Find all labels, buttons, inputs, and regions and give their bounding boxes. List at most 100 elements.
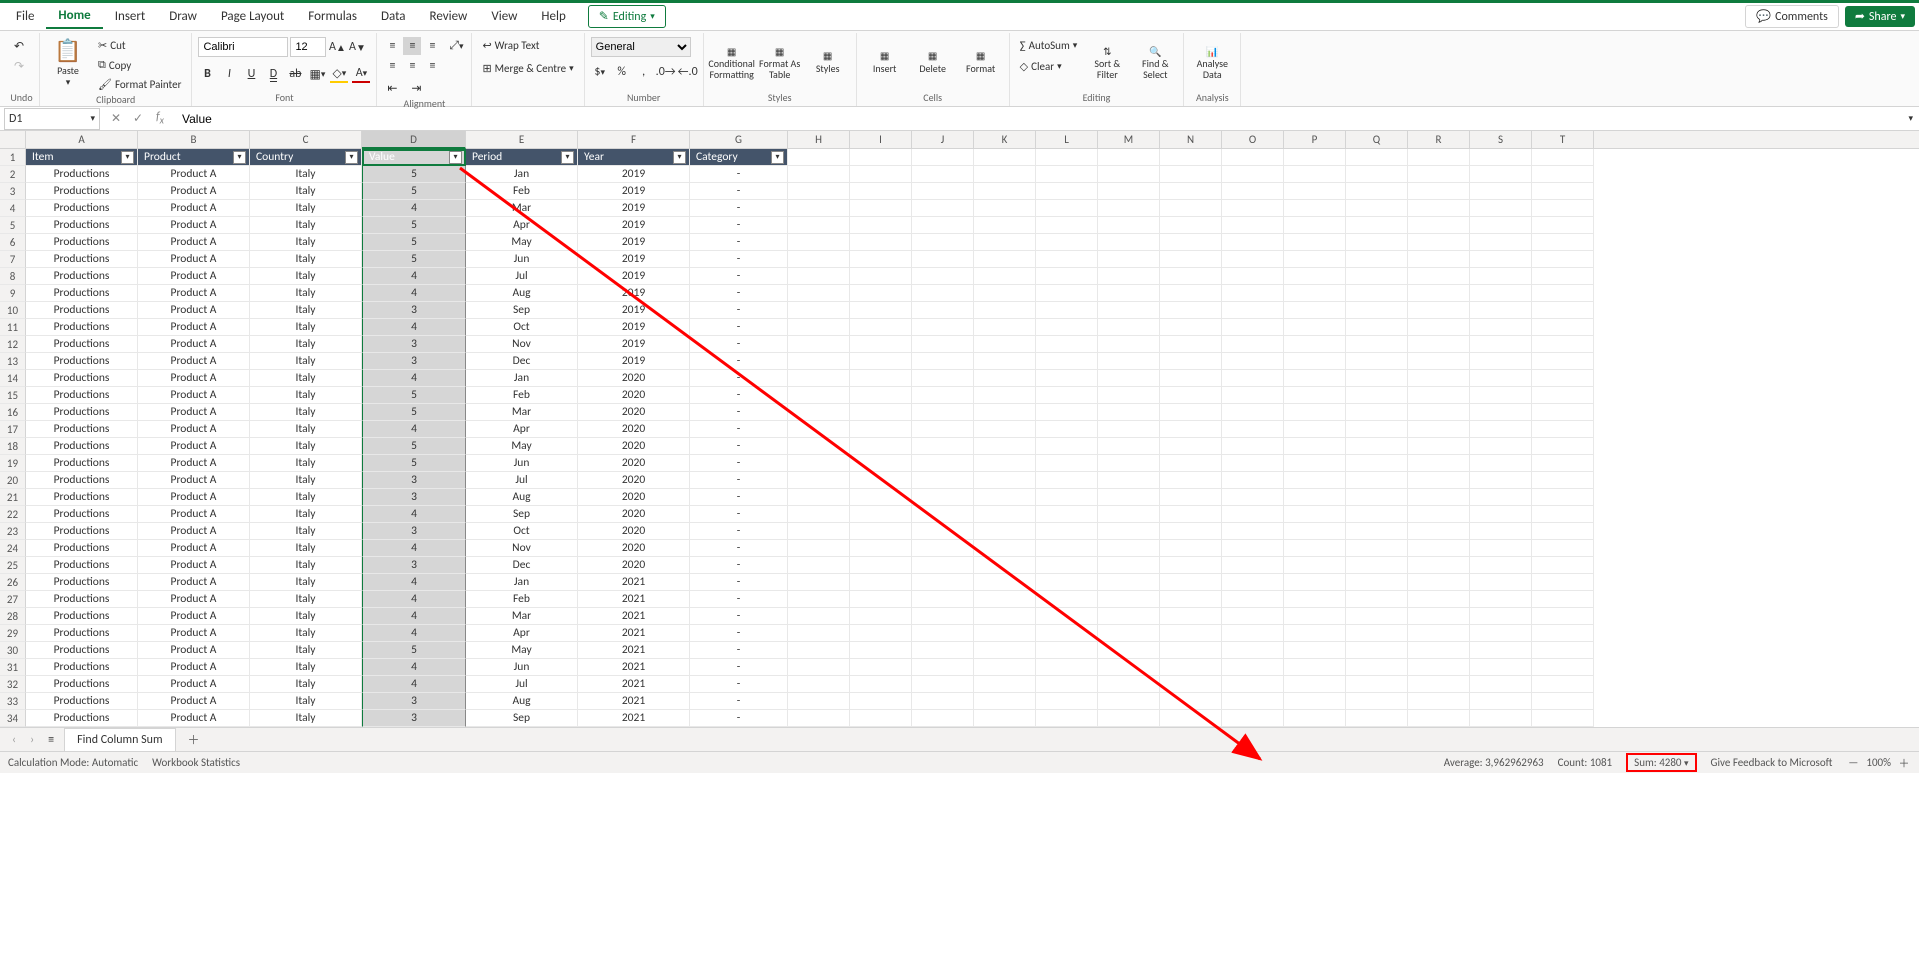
cell-O15[interactable] [1222, 387, 1284, 404]
cell-K16[interactable] [974, 404, 1036, 421]
cell-T2[interactable] [1532, 166, 1594, 183]
cell-I27[interactable] [850, 591, 912, 608]
cell-L14[interactable] [1036, 370, 1098, 387]
cell-P31[interactable] [1284, 659, 1346, 676]
cell-T30[interactable] [1532, 642, 1594, 659]
column-header-Q[interactable]: Q [1346, 131, 1408, 149]
column-header-N[interactable]: N [1160, 131, 1222, 149]
cell-I26[interactable] [850, 574, 912, 591]
cell-E3[interactable]: Feb [466, 183, 578, 200]
cell-H32[interactable] [788, 676, 850, 693]
cell-S18[interactable] [1470, 438, 1532, 455]
cell-G20[interactable]: - [690, 472, 788, 489]
cell-I13[interactable] [850, 353, 912, 370]
zoom-level[interactable]: 100% [1866, 756, 1891, 769]
cell-D5[interactable]: 5 [362, 217, 466, 234]
cell-A23[interactable]: Productions [26, 523, 138, 540]
column-header-H[interactable]: H [788, 131, 850, 149]
cell-N32[interactable] [1160, 676, 1222, 693]
cell-P13[interactable] [1284, 353, 1346, 370]
cell-J27[interactable] [912, 591, 974, 608]
cell-B20[interactable]: Product A [138, 472, 250, 489]
cell-R12[interactable] [1408, 336, 1470, 353]
cell-R29[interactable] [1408, 625, 1470, 642]
cell-O16[interactable] [1222, 404, 1284, 421]
cell-S32[interactable] [1470, 676, 1532, 693]
row-header[interactable]: 12 [0, 336, 26, 353]
cell-M9[interactable] [1098, 285, 1160, 302]
cell-J16[interactable] [912, 404, 974, 421]
cell-K7[interactable] [974, 251, 1036, 268]
cell-C26[interactable]: Italy [250, 574, 362, 591]
cell-K1[interactable] [974, 149, 1036, 166]
cell-L18[interactable] [1036, 438, 1098, 455]
cell-O7[interactable] [1222, 251, 1284, 268]
column-header-L[interactable]: L [1036, 131, 1098, 149]
cell-S8[interactable] [1470, 268, 1532, 285]
cell-M4[interactable] [1098, 200, 1160, 217]
cell-Q7[interactable] [1346, 251, 1408, 268]
column-header-M[interactable]: M [1098, 131, 1160, 149]
cell-A25[interactable]: Productions [26, 557, 138, 574]
cell-G15[interactable]: - [690, 387, 788, 404]
cell-L3[interactable] [1036, 183, 1098, 200]
sheet-tab-active[interactable]: Find Column Sum [64, 728, 175, 751]
cell-J8[interactable] [912, 268, 974, 285]
cell-R27[interactable] [1408, 591, 1470, 608]
cell-G17[interactable]: - [690, 421, 788, 438]
column-header-O[interactable]: O [1222, 131, 1284, 149]
cell-H20[interactable] [788, 472, 850, 489]
cell-J1[interactable] [912, 149, 974, 166]
cell-K23[interactable] [974, 523, 1036, 540]
cell-S20[interactable] [1470, 472, 1532, 489]
cell-A28[interactable]: Productions [26, 608, 138, 625]
cell-I5[interactable] [850, 217, 912, 234]
cell-M24[interactable] [1098, 540, 1160, 557]
cell-O23[interactable] [1222, 523, 1284, 540]
wrap-text-button[interactable]: ↩Wrap Text [478, 37, 543, 54]
cell-L10[interactable] [1036, 302, 1098, 319]
cell-E10[interactable]: Sep [466, 302, 578, 319]
cell-K12[interactable] [974, 336, 1036, 353]
cell-E32[interactable]: Jul [466, 676, 578, 693]
conditional-formatting-button[interactable]: ▦Conditional Formatting [710, 37, 754, 87]
cell-A11[interactable]: Productions [26, 319, 138, 336]
cell-J33[interactable] [912, 693, 974, 710]
row-header[interactable]: 34 [0, 710, 26, 727]
cell-T21[interactable] [1532, 489, 1594, 506]
cell-B3[interactable]: Product A [138, 183, 250, 200]
cell-M12[interactable] [1098, 336, 1160, 353]
row-header[interactable]: 15 [0, 387, 26, 404]
cell-S30[interactable] [1470, 642, 1532, 659]
cell-I24[interactable] [850, 540, 912, 557]
cell-M32[interactable] [1098, 676, 1160, 693]
cell-A8[interactable]: Productions [26, 268, 138, 285]
cell-N30[interactable] [1160, 642, 1222, 659]
font-size-input[interactable] [290, 37, 326, 57]
cell-B34[interactable]: Product A [138, 710, 250, 727]
cell-G2[interactable]: - [690, 166, 788, 183]
cell-A30[interactable]: Productions [26, 642, 138, 659]
cell-P25[interactable] [1284, 557, 1346, 574]
tab-home[interactable]: Home [46, 4, 102, 29]
cell-K17[interactable] [974, 421, 1036, 438]
cell-M26[interactable] [1098, 574, 1160, 591]
cell-A20[interactable]: Productions [26, 472, 138, 489]
cell-P11[interactable] [1284, 319, 1346, 336]
cell-T28[interactable] [1532, 608, 1594, 625]
cell-C6[interactable]: Italy [250, 234, 362, 251]
filter-button[interactable]: ▾ [233, 151, 246, 164]
cell-M3[interactable] [1098, 183, 1160, 200]
filter-button[interactable]: ▾ [121, 151, 134, 164]
cell-A26[interactable]: Productions [26, 574, 138, 591]
cell-H31[interactable] [788, 659, 850, 676]
cell-L19[interactable] [1036, 455, 1098, 472]
cell-C30[interactable]: Italy [250, 642, 362, 659]
cell-N13[interactable] [1160, 353, 1222, 370]
clear-button[interactable]: ◇Clear▾ [1016, 58, 1082, 75]
cell-T33[interactable] [1532, 693, 1594, 710]
cell-H11[interactable] [788, 319, 850, 336]
cell-O6[interactable] [1222, 234, 1284, 251]
cell-D25[interactable]: 3 [362, 557, 466, 574]
cell-H8[interactable] [788, 268, 850, 285]
